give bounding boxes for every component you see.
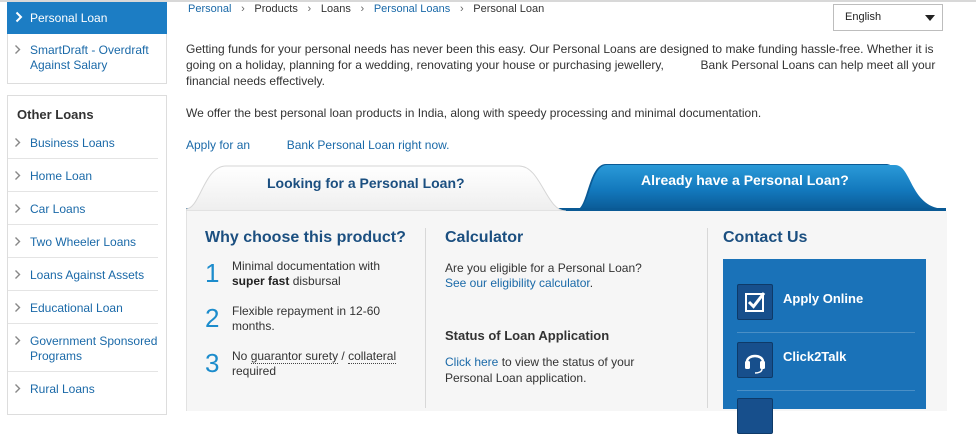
sidebar-item-label: Car Loans [30, 202, 86, 216]
tab-looking-for-loan[interactable]: Looking for a Personal Loan? [267, 175, 465, 191]
sidebar-item-label: Rural Loans [30, 382, 95, 396]
apply-online-label: Apply Online [783, 291, 864, 306]
chevron-down-icon [925, 15, 935, 21]
chevron-right-icon [14, 170, 21, 181]
apply-online-button[interactable]: Apply Online [723, 273, 926, 331]
why-text-part: Minimal documentation with [232, 259, 381, 273]
sidebar-item-home-loan[interactable]: Home Loan [8, 169, 158, 192]
checkbox-icon [737, 284, 773, 320]
tab-bar: Looking for a Personal Loan? Already hav… [186, 160, 946, 212]
column-divider [425, 228, 426, 408]
calculator-title: Calculator [445, 229, 524, 246]
why-title: Why choose this product? [205, 229, 406, 246]
why-text-part: required [232, 364, 277, 378]
sidebar-item-label: Business Loans [30, 136, 115, 150]
chevron-right-icon [14, 383, 21, 394]
chevron-right-icon [14, 302, 21, 313]
why-text-bold: super fast [232, 274, 290, 288]
language-select[interactable]: English [833, 4, 943, 31]
chevron-right-icon [14, 269, 21, 280]
contact-title: Contact Us [723, 229, 808, 246]
breadcrumb-separator-icon: › [459, 3, 464, 15]
why-number: 3 [205, 348, 220, 378]
chevron-right-icon [14, 236, 21, 247]
why-number: 2 [205, 303, 220, 333]
intro-paragraph: We offer the best personal loan products… [186, 106, 762, 120]
eligibility-calculator-link-line: See our eligibility calculator. [445, 276, 593, 290]
tab-already-have-loan[interactable]: Already have a Personal Loan? [641, 172, 849, 188]
intro-paragraph: Getting funds for your personal needs ha… [186, 42, 939, 88]
sidebar-item-label: Home Loan [30, 169, 93, 183]
why-text-part: disbursal [289, 274, 341, 288]
breadcrumb-item: Loans [320, 3, 351, 15]
chevron-right-icon [15, 11, 25, 25]
breadcrumb-item: Products [254, 3, 298, 15]
other-loans-title: Other Loans [17, 107, 94, 122]
click2talk-button[interactable]: Click2Talk [723, 331, 926, 389]
link-suffix: . [589, 276, 594, 290]
language-select-value: English [845, 11, 882, 23]
sidebar-item-label: Government Sponsored Programs [30, 334, 158, 363]
breadcrumb-item[interactable]: Personal Loans [374, 3, 450, 15]
sidebar-item-label: Loans Against Assets [30, 268, 145, 282]
sidebar-item-personal-loan[interactable]: Personal Loan [7, 2, 167, 34]
chevron-right-icon [14, 335, 21, 346]
sidebar-item-car-loans[interactable]: Car Loans [8, 202, 158, 225]
chevron-right-icon [14, 44, 21, 55]
chevron-right-icon [14, 137, 21, 148]
column-divider [707, 228, 708, 408]
sidebar-item-label: Personal Loan [30, 11, 108, 25]
intro-text: Getting funds for your personal needs ha… [186, 41, 956, 89]
eligibility-question: Are you eligible for a Personal Loan? [445, 261, 642, 275]
click2talk-label: Click2Talk [783, 349, 847, 364]
breadcrumb-separator-icon: › [360, 3, 365, 15]
why-text: No guarantor surety / collateral require… [232, 349, 402, 379]
other-loans-panel: Other Loans Business Loans Home Loan Car… [7, 95, 167, 415]
sidebar-item-government-programs[interactable]: Government Sponsored Programs [8, 334, 158, 372]
breadcrumb-item[interactable]: Personal [188, 3, 231, 15]
why-text-part: No [232, 349, 251, 363]
sidebar-item-rural-loans[interactable]: Rural Loans [8, 382, 158, 404]
breadcrumb-item: Personal Loan [473, 3, 545, 15]
sidebar-item-loans-against-assets[interactable]: Loans Against Assets [8, 268, 158, 291]
headset-icon [737, 342, 773, 378]
sidebar-item-label: Two Wheeler Loans [30, 235, 137, 249]
collateral-term[interactable]: collateral [348, 349, 397, 364]
why-text: Minimal documentation with super fast di… [232, 259, 402, 289]
breadcrumb-separator-icon: › [241, 3, 245, 15]
click-here-link[interactable]: Click here [445, 355, 498, 369]
loan-status-title: Status of Loan Application [445, 328, 610, 343]
why-text: Flexible repayment in 12-60 months. [232, 304, 381, 333]
chevron-right-icon [14, 203, 21, 214]
sidebar-item-label: Educational Loan [30, 301, 123, 315]
apply-link[interactable]: Apply for an Bank Personal Loan right no… [186, 138, 449, 152]
eligibility-calculator-link[interactable]: See our eligibility calculator [445, 276, 590, 290]
breadcrumb: Personal › Products › Loans › Personal Loans › P… [188, 3, 544, 15]
sidebar-item-label: SmartDraft - Overdraft Against Salary [30, 43, 149, 72]
contact-option-icon [737, 398, 773, 434]
guarantor-surety-term[interactable]: guarantor surety [250, 349, 339, 364]
sidebar-item-two-wheeler-loans[interactable]: Two Wheeler Loans [8, 235, 158, 258]
sidebar-item-smartdraft[interactable]: SmartDraft - Overdraft Against Salary [7, 34, 167, 84]
sidebar-item-business-loans[interactable]: Business Loans [8, 136, 158, 159]
loan-status-text: Click here to view the status of your Pe… [445, 354, 675, 386]
contact-box: Apply Online Click2Talk [723, 259, 926, 434]
breadcrumb-separator-icon: › [307, 3, 312, 15]
sidebar-item-educational-loan[interactable]: Educational Loan [8, 301, 158, 324]
why-number: 1 [205, 258, 220, 288]
why-text-part: / [338, 349, 349, 363]
contact-divider [737, 390, 915, 391]
